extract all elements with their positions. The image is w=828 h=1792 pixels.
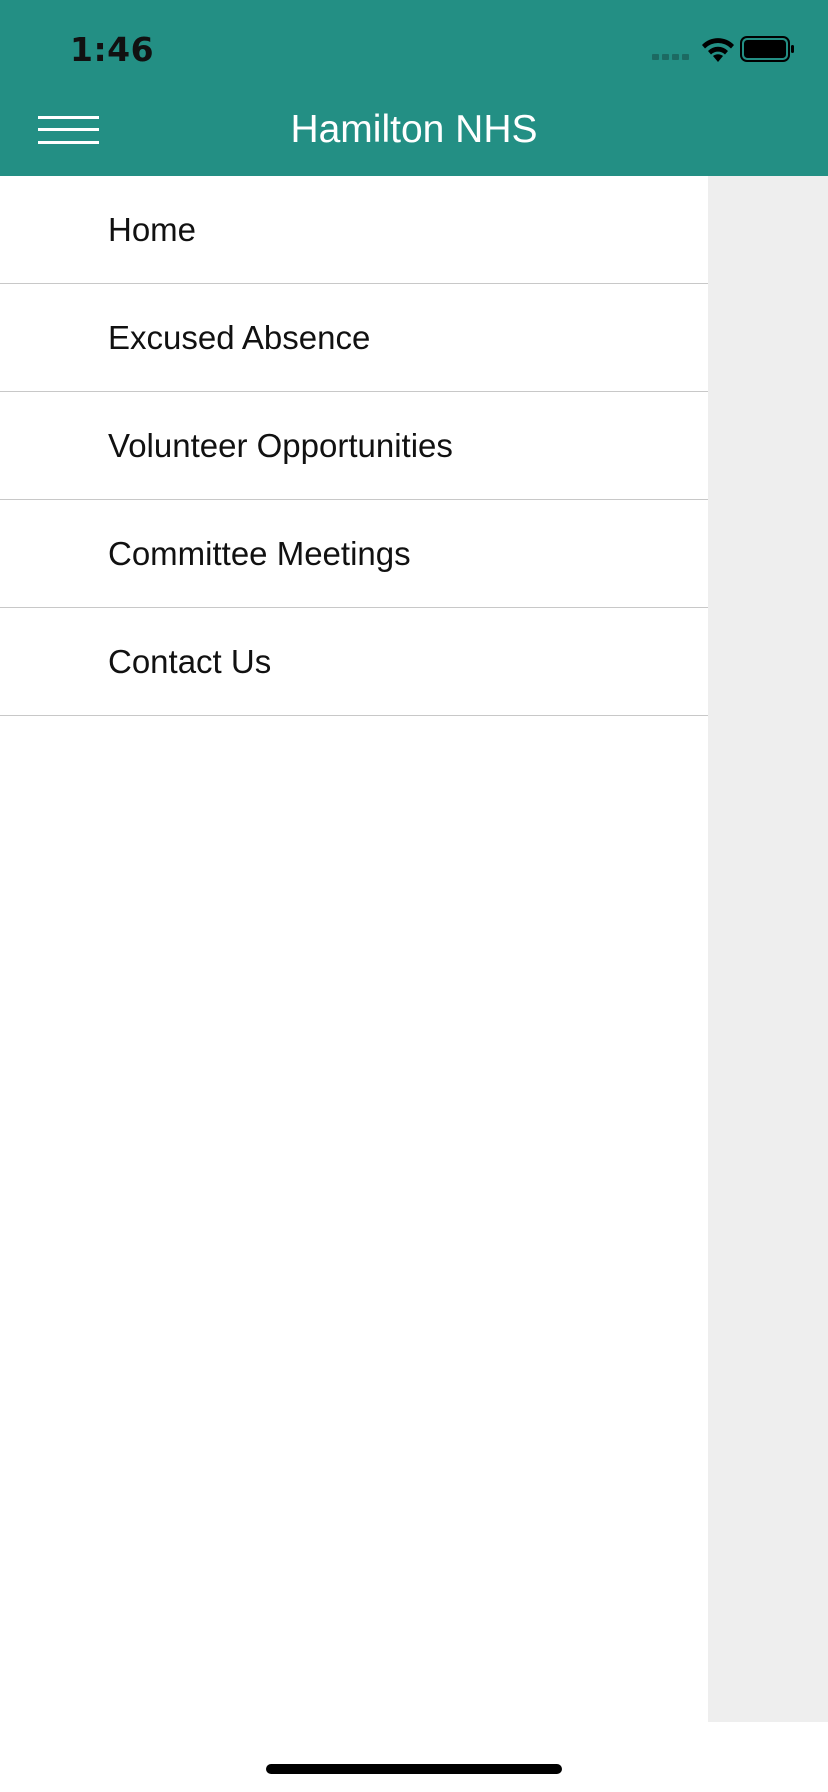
menu-item-committee-meetings[interactable]: Committee Meetings xyxy=(0,500,708,608)
status-bar-time: 1:46 xyxy=(70,30,155,69)
menu-item-excused-absence[interactable]: Excused Absence xyxy=(0,284,708,392)
battery-icon xyxy=(740,36,794,62)
cellular-signal-icon xyxy=(652,54,690,62)
navigation-drawer: Home Excused Absence Volunteer Opportuni… xyxy=(0,176,708,1722)
home-indicator xyxy=(266,1764,562,1774)
menu-item-contact-us[interactable]: Contact Us xyxy=(0,608,708,716)
menu-item-volunteer-opportunities[interactable]: Volunteer Opportunities xyxy=(0,392,708,500)
drawer-overlay[interactable] xyxy=(708,176,828,1722)
menu-item-home[interactable]: Home xyxy=(0,176,708,284)
app-header: 1:46 Hamilton NHS xyxy=(0,0,828,176)
wifi-icon xyxy=(702,38,734,62)
page-title: Hamilton NHS xyxy=(290,108,538,151)
